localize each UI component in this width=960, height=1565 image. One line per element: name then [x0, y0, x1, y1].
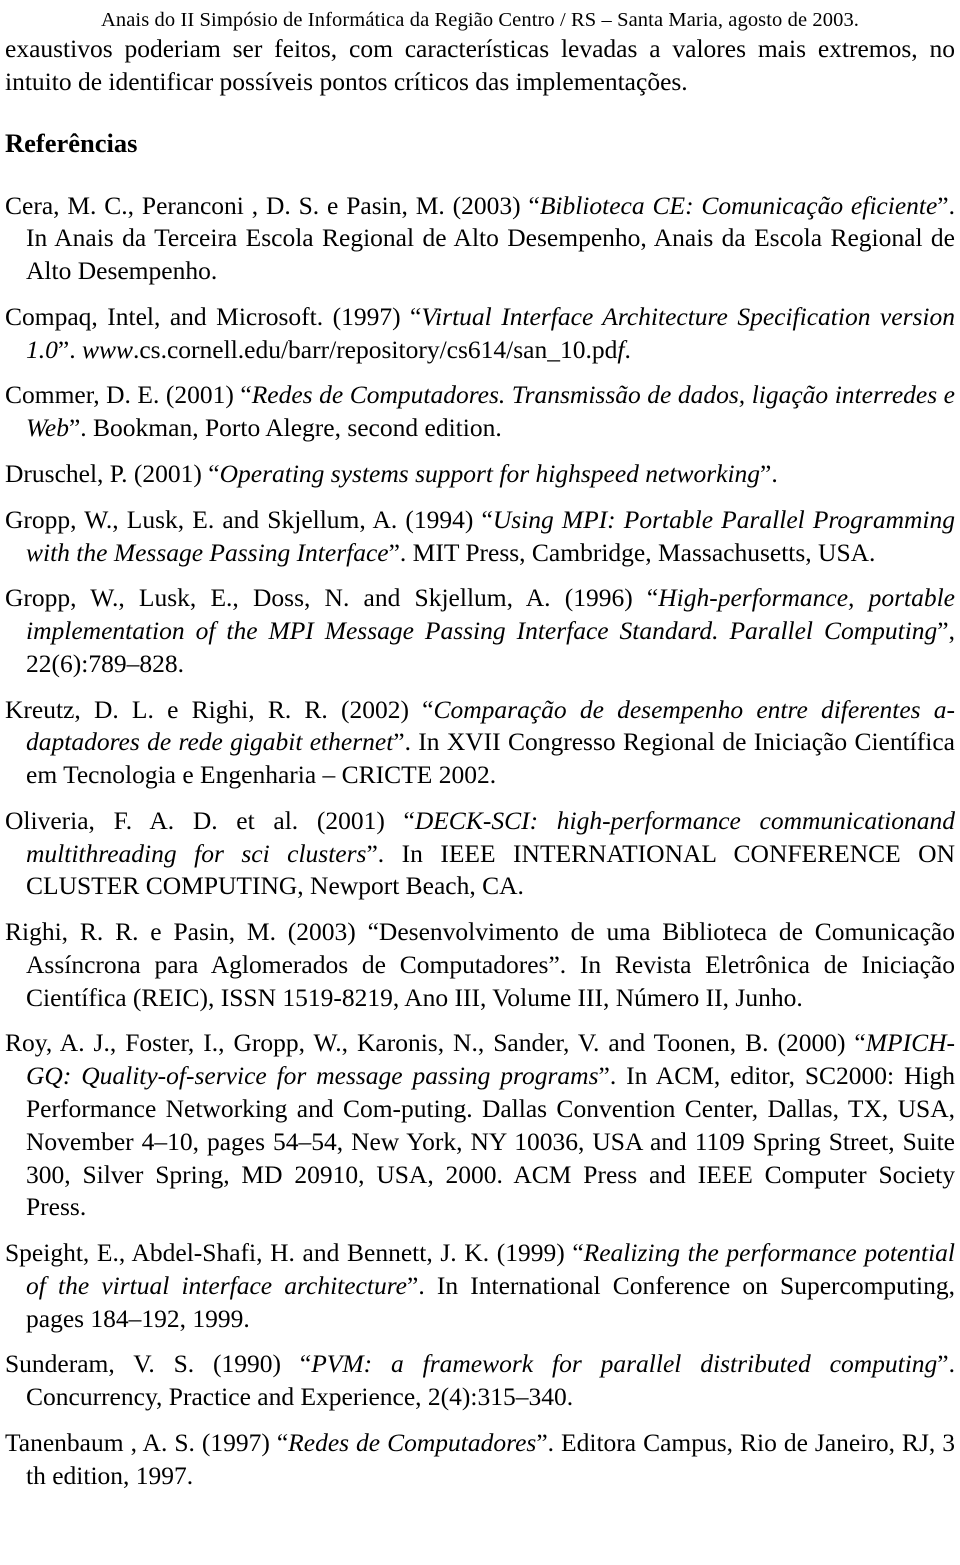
- ref-suffix: ”.: [760, 458, 778, 488]
- ref-title: Biblioteca CE: Comunicação eficiente: [539, 190, 938, 220]
- ref-url-scheme: www: [81, 334, 133, 364]
- reference-entry-righi-2003: Righi, R. R. e Pasin, M. (2003) “Desenvo…: [5, 916, 955, 1014]
- reference-entry-speight-1999: Speight, E., Abdel-Shafi, H. and Bennett…: [5, 1237, 955, 1335]
- document-body: exaustivos poderiam ser feitos, com cara…: [0, 32, 960, 1493]
- reference-entry-oliveria-2001: Oliveria, F. A. D. et al. (2001) “DECK-S…: [5, 805, 955, 903]
- reference-entry-druschel-2001: Druschel, P. (2001) “Operating systems s…: [5, 458, 955, 491]
- reference-entry-gropp-1996: Gropp, W., Lusk, E., Doss, N. and Skjell…: [5, 582, 955, 680]
- ref-prefix: Righi, R. R. e Pasin, M. (2003) “Desenvo…: [5, 917, 955, 1012]
- reference-entry-gropp-1994: Gropp, W., Lusk, E. and Skjellum, A. (19…: [5, 504, 955, 570]
- reference-entry-roy-2000: Roy, A. J., Foster, I., Gropp, W., Karon…: [5, 1027, 955, 1224]
- intro-paragraph: exaustivos poderiam ser feitos, com cara…: [5, 33, 955, 96]
- ref-suffix: ”. Bookman, Porto Alegre, second edition…: [68, 413, 502, 443]
- ref-prefix: Gropp, W., Lusk, E. and Skjellum, A. (19…: [5, 504, 493, 534]
- ref-title: Redes de Computadores: [288, 1427, 537, 1457]
- ref-mid: ”.: [57, 334, 82, 364]
- ref-title: Operating systems support for highspeed …: [219, 458, 761, 488]
- reference-entry-commer-2001: Commer, D. E. (2001) “Redes de Computado…: [5, 379, 955, 445]
- ref-prefix: Sunderam, V. S. (1990) “: [5, 1349, 312, 1379]
- running-head: Anais do II Simpósio de Informática da R…: [100, 9, 860, 31]
- ref-suffix: .cs.cornell.edu/barr/repository/cs614/sa…: [132, 334, 618, 364]
- document-page: Anais do II Simpósio de Informática da R…: [0, 0, 960, 1565]
- ref-prefix: Cera, M. C., Peranconi , D. S. e Pasin, …: [5, 190, 540, 220]
- reference-entry-kreutz-2002: Kreutz, D. L. e Righi, R. R. (2002) “Com…: [5, 694, 955, 792]
- ref-prefix: Druschel, P. (2001) “: [5, 458, 220, 488]
- ref-prefix: Gropp, W., Lusk, E., Doss, N. and Skjell…: [5, 583, 659, 613]
- page-title: Referências: [5, 127, 138, 158]
- ref-suffix: ”. MIT Press, Cambridge, Massachusetts, …: [388, 537, 876, 567]
- ref-prefix: Roy, A. J., Foster, I., Gropp, W., Karon…: [5, 1028, 866, 1058]
- ref-tail: .: [624, 334, 631, 364]
- reference-entry-compaq-1997: Compaq, Intel, and Microsoft. (1997) “Vi…: [5, 301, 955, 367]
- ref-title: PVM: a framework for parallel distribute…: [311, 1349, 938, 1379]
- reference-entry-cera-2003: Cera, M. C., Peranconi , D. S. e Pasin, …: [5, 190, 955, 288]
- ref-prefix: Compaq, Intel, and Microsoft. (1997) “: [5, 301, 422, 331]
- ref-prefix: Kreutz, D. L. e Righi, R. R. (2002) “: [5, 694, 434, 724]
- reference-list: Cera, M. C., Peranconi , D. S. e Pasin, …: [5, 190, 955, 1493]
- ref-prefix: Commer, D. E. (2001) “: [5, 380, 252, 410]
- ref-prefix: Oliveria, F. A. D. et al. (2001) “: [5, 805, 415, 835]
- ref-prefix: Speight, E., Abdel-Shafi, H. and Bennett…: [5, 1238, 584, 1268]
- reference-entry-sunderam-1990: Sunderam, V. S. (1990) “PVM: a framework…: [5, 1348, 955, 1414]
- reference-entry-tanenbaum-1997: Tanenbaum , A. S. (1997) “Redes de Compu…: [5, 1427, 955, 1493]
- ref-prefix: Tanenbaum , A. S. (1997) “: [5, 1427, 289, 1457]
